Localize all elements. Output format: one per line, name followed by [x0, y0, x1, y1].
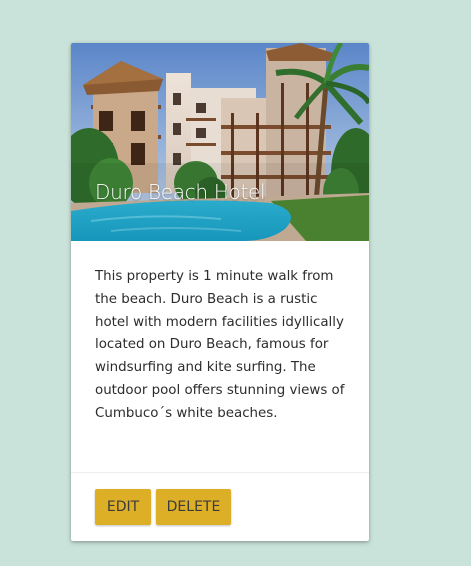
hotel-photo: Duro Beach Hotel — [71, 43, 369, 241]
hotel-photo-illustration — [71, 43, 369, 241]
hotel-description: This property is 1 minute walk from the … — [95, 269, 345, 421]
delete-button[interactable]: DELETE — [156, 489, 231, 525]
hotel-card: Duro Beach Hotel This property is 1 minu… — [71, 43, 369, 541]
card-action-divider — [71, 472, 369, 473]
edit-button[interactable]: EDIT — [95, 489, 151, 525]
hotel-title: Duro Beach Hotel — [95, 180, 266, 204]
